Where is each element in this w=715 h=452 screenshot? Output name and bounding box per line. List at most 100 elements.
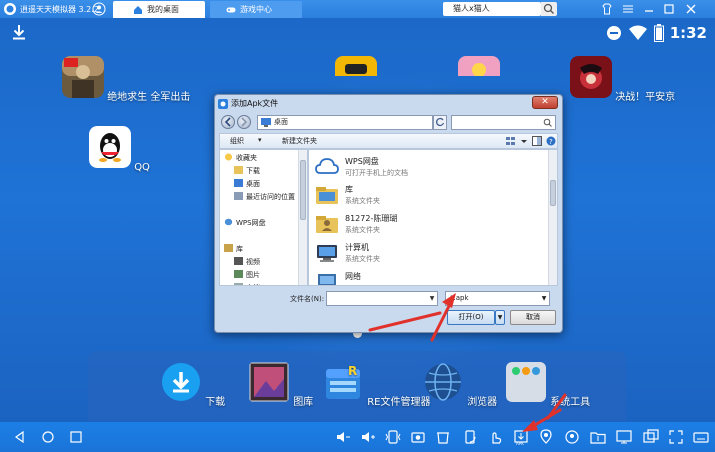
tree-pictures[interactable]: 图片 [234,270,260,280]
tree-documents[interactable]: 文档 [234,283,260,285]
shake-icon[interactable] [385,429,401,445]
dock-app-browser[interactable]: 浏览器 [422,361,497,408]
screenshot-icon[interactable] [410,429,426,445]
filter-value: *.apk [450,294,469,302]
multi-instance-icon[interactable] [643,429,659,445]
user-account-icon[interactable] [92,2,106,16]
download-status-icon [13,25,25,40]
volume-up-icon[interactable] [360,429,376,445]
tree-videos[interactable]: 视频 [234,257,260,267]
tab-game-center[interactable]: 游戏中心 [210,1,302,18]
filename-dropdown-icon[interactable]: ▼ [427,292,437,305]
new-folder-button[interactable]: 新建文件夹 [282,136,317,146]
organize-dropdown-icon[interactable]: ▾ [258,136,262,144]
maximize-icon[interactable] [662,2,676,16]
app-onmyoji[interactable]: 决战！平安京 [570,56,675,103]
forward-arrow-icon [241,117,248,127]
dock-app-download[interactable]: 下载 [160,361,225,408]
app-qq[interactable]: QQ [89,126,150,173]
game-search-input[interactable]: 猫人x猫人 [443,2,541,16]
file-item-library[interactable]: 库 系统文件夹 [315,182,535,210]
preview-pane-icon[interactable] [532,136,542,146]
address-bar[interactable]: 桌面 [257,115,433,130]
minimize-icon[interactable] [642,2,656,16]
settings-menu-icon[interactable] [621,2,635,16]
help-icon[interactable]: ? [546,136,556,146]
fullscreen-icon[interactable] [668,429,684,445]
shared-folder-icon[interactable] [564,429,580,445]
browser-icon [425,363,461,401]
forward-button[interactable] [237,115,251,129]
rotate-screen-icon[interactable] [462,429,478,445]
open-button[interactable]: 打开(O) [447,310,495,325]
back-nav-icon[interactable] [12,429,28,445]
cancel-button[interactable]: 取消 [510,310,556,325]
picture-library-icon [234,270,243,278]
back-button[interactable] [221,115,235,129]
user-folder-icon [316,216,338,233]
close-icon[interactable] [684,2,698,16]
file-item-user-folder[interactable]: 81272-陈珊瑚 系统文件夹 [315,211,535,239]
file-name: 81272-陈珊瑚 [345,214,398,223]
filename-input[interactable]: ▼ [326,291,438,306]
tab-my-desktop[interactable]: 我的桌面 [113,1,205,18]
search-icon [543,118,552,127]
file-import-icon[interactable] [590,429,606,445]
clear-cache-icon[interactable] [435,429,451,445]
battery-icon [653,24,664,42]
dialog-close-button[interactable]: ✕ [532,96,558,109]
tree-label: 文档 [246,284,260,285]
install-apk-icon[interactable]: APK [513,429,529,445]
back-arrow-icon [224,117,231,127]
dialog-navigation-bar: 桌面 [219,114,558,132]
filter-dropdown-icon[interactable]: ▼ [539,292,549,305]
wifi-icon [628,25,647,40]
tab-label: 游戏中心 [240,5,272,14]
filename-label: 文件名(N): [290,295,325,303]
dock-app-system-tools[interactable]: 系统工具 [505,361,590,408]
home-nav-icon[interactable] [40,429,56,445]
file-item-wps-cloud[interactable]: WPS网盘 可打开手机上的文档 [315,154,535,182]
organize-button[interactable]: 组织 [230,136,244,146]
pubg-icon [62,56,104,98]
dialog-search-input[interactable] [451,115,556,130]
refresh-icon [436,117,445,127]
tree-downloads[interactable]: 下载 [234,166,260,176]
tree-desktop[interactable]: 桌面 [234,179,260,189]
app-pubg[interactable]: 绝地求生 全军出击 [62,56,190,103]
location-icon[interactable] [538,429,554,445]
tree-recent-places[interactable]: 最近访问的位置 [234,192,295,202]
file-list-scrollbar[interactable] [548,150,557,285]
tree-wps-cloud[interactable]: WPS网盘 [224,218,266,228]
network-icon [318,274,336,285]
address-text: 桌面 [274,118,288,126]
scrollbar-thumb[interactable] [550,180,556,206]
navigation-scrollbar[interactable] [298,150,307,285]
home-icon [134,5,142,14]
screen-record-icon[interactable] [616,429,632,445]
file-item-computer[interactable]: 计算机 系统文件夹 [315,240,535,268]
keyboard-icon[interactable] [693,429,709,445]
dock-app-re-file-manager[interactable]: R RE文件管理器 [322,361,430,408]
desktop-location-icon [261,118,271,127]
view-options-icon[interactable] [505,136,517,146]
open-dropdown-button[interactable]: ▼ [495,310,505,325]
qq-icon [89,126,131,168]
scrollbar-thumb[interactable] [300,160,306,220]
view-dropdown-icon[interactable] [520,136,528,146]
file-item-network[interactable]: 网络 [315,269,535,285]
tree-favorites[interactable]: 收藏夹 [224,153,257,163]
search-icon[interactable] [541,2,557,16]
tree-library[interactable]: 库 [224,244,243,254]
file-type-filter[interactable]: *.apk ▼ [445,291,550,306]
skin-icon[interactable] [600,2,614,16]
emulator-bottom-bar: APK [0,422,715,452]
recent-places-icon [234,192,243,200]
recent-apps-nav-icon[interactable] [68,429,84,445]
android-desktop: 1:32 绝地求生 全军出击 QQ 决战！平安京 下载 图库 R RE文件管理器… [0,18,715,422]
volume-down-icon[interactable] [335,429,351,445]
gesture-icon[interactable] [487,429,503,445]
refresh-button[interactable] [433,115,447,130]
dock-app-gallery[interactable]: 图库 [248,361,313,408]
hidden-app-icon [458,56,500,76]
